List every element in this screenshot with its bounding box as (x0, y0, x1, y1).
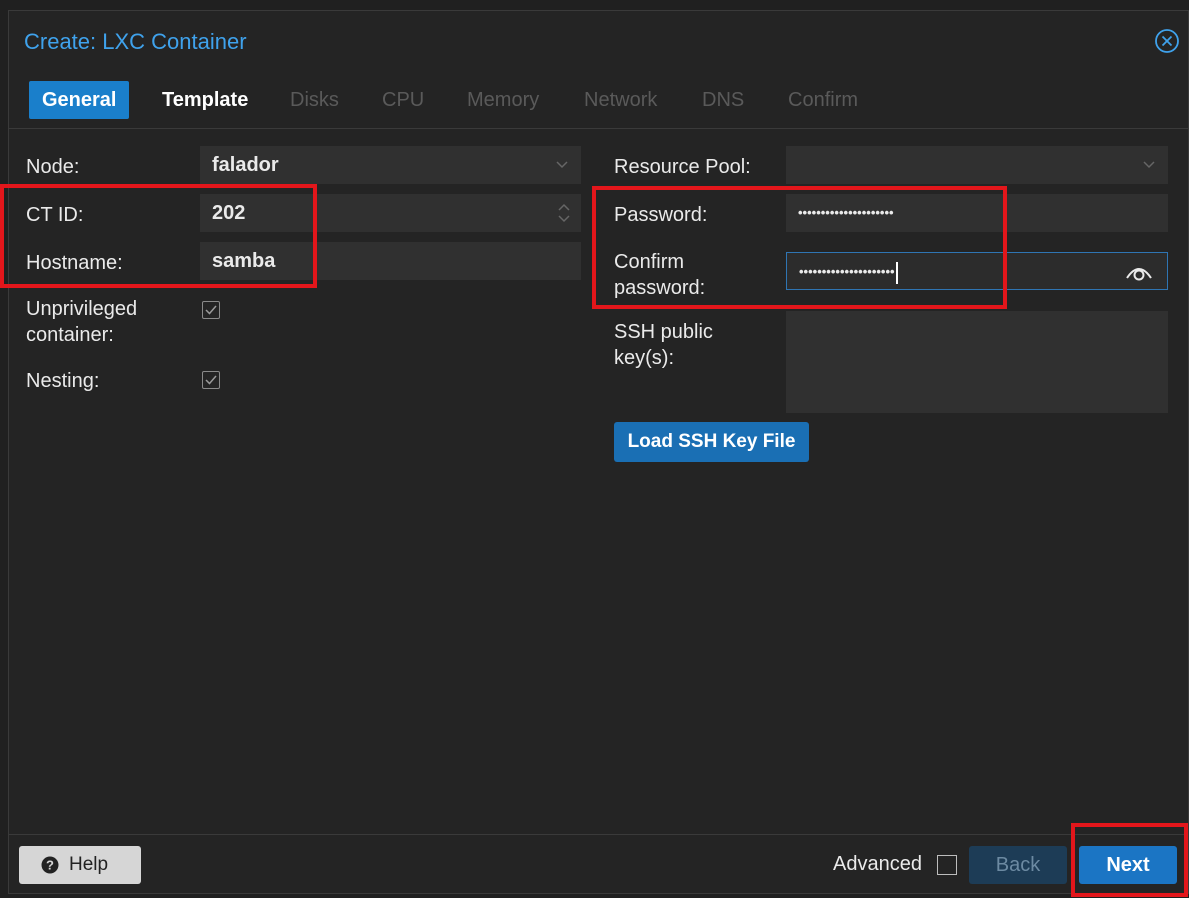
tab-divider (9, 128, 1188, 129)
wizard-tabs: General Template Disks CPU Memory Networ… (19, 81, 1188, 119)
highlight-box-passwords (592, 186, 1007, 309)
ssh-key-label-line1: SSH public (614, 321, 713, 343)
tab-network[interactable]: Network (571, 81, 670, 119)
nesting-label: Nesting: (26, 370, 100, 392)
chevron-down-icon[interactable] (1142, 146, 1156, 199)
back-button[interactable]: Back (969, 846, 1067, 884)
spinner-updown-icon[interactable] (557, 199, 571, 227)
create-lxc-dialog: Create: LXC Container General Template D… (8, 10, 1189, 894)
tab-template[interactable]: Template (149, 81, 261, 119)
highlight-box-next (1071, 823, 1188, 897)
checkmark-icon (205, 375, 217, 385)
ssh-key-textarea[interactable] (786, 311, 1168, 413)
unprivileged-checkbox[interactable] (202, 301, 220, 319)
tab-disks[interactable]: Disks (277, 81, 352, 119)
footer-divider (9, 834, 1188, 835)
highlight-box-ctid-hostname (0, 184, 317, 288)
dialog-title: Create: LXC Container (24, 29, 247, 54)
tab-memory[interactable]: Memory (454, 81, 552, 119)
svg-text:?: ? (46, 858, 54, 873)
advanced-checkbox[interactable] (937, 855, 957, 875)
help-button[interactable]: ? Help (19, 846, 141, 884)
node-value: falador (212, 154, 279, 176)
tab-confirm[interactable]: Confirm (775, 81, 871, 119)
close-button[interactable] (1154, 28, 1180, 54)
tab-dns[interactable]: DNS (689, 81, 757, 119)
unprivileged-label-line2: container: (26, 324, 114, 346)
load-ssh-key-button[interactable]: Load SSH Key File (614, 422, 809, 462)
unprivileged-label: Unprivileged container: (26, 296, 137, 348)
nesting-checkbox[interactable] (202, 371, 220, 389)
tab-general[interactable]: General (29, 81, 130, 119)
node-label: Node: (26, 156, 80, 178)
unprivileged-label-line1: Unprivileged (26, 298, 138, 320)
ssh-key-label: SSH public key(s): (614, 319, 713, 371)
checkmark-icon (205, 305, 217, 315)
window: Create: LXC Container General Template D… (0, 0, 1189, 898)
question-circle-icon: ? (41, 856, 59, 874)
resource-pool-label: Resource Pool: (614, 156, 751, 178)
dialog-titlebar: Create: LXC Container (9, 11, 1188, 73)
chevron-down-icon[interactable] (555, 146, 569, 199)
resource-pool-select[interactable] (786, 146, 1168, 184)
help-label: Help (69, 854, 109, 875)
tab-cpu[interactable]: CPU (369, 81, 437, 119)
advanced-label: Advanced (833, 853, 922, 875)
close-circle-icon (1155, 29, 1179, 53)
ssh-key-label-line2: key(s): (614, 347, 674, 369)
node-select[interactable]: falador (200, 146, 581, 184)
eye-icon[interactable] (1125, 262, 1153, 282)
